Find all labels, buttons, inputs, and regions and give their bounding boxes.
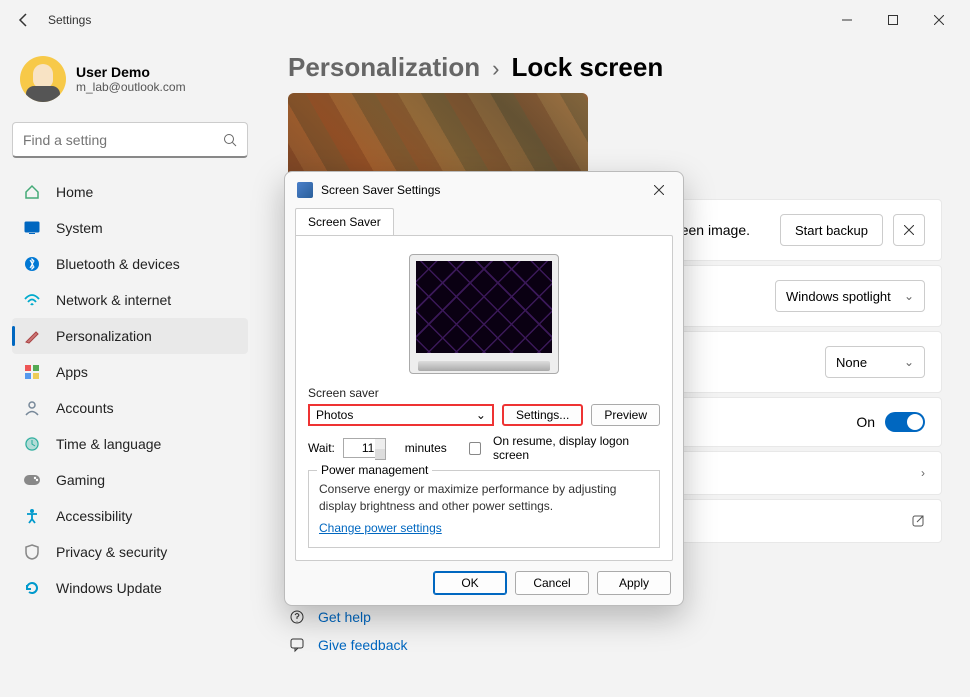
power-management-legend: Power management: [317, 463, 432, 477]
update-icon: [22, 578, 42, 598]
resume-checkbox[interactable]: [469, 442, 481, 455]
home-icon: [22, 182, 42, 202]
nav-apps[interactable]: Apps: [12, 354, 248, 390]
external-link-icon: [911, 514, 925, 528]
lock-screen-preview: [288, 93, 588, 183]
breadcrumb: Personalization › Lock screen: [288, 52, 942, 83]
user-email: m_lab@outlook.com: [76, 80, 186, 94]
apps-icon: [22, 362, 42, 382]
nav-privacy[interactable]: Privacy & security: [12, 534, 248, 570]
nav-accessibility[interactable]: Accessibility: [12, 498, 248, 534]
chevron-down-icon: ⌄: [904, 355, 914, 369]
screen-saver-group-label: Screen saver: [308, 386, 660, 400]
back-button[interactable]: [8, 4, 40, 36]
dialog-footer: OK Cancel Apply: [285, 561, 683, 605]
time-icon: [22, 434, 42, 454]
search-box[interactable]: [12, 122, 248, 158]
dialog-icon: [297, 182, 313, 198]
user-name: User Demo: [76, 64, 186, 80]
nav-update[interactable]: Windows Update: [12, 570, 248, 606]
nav-system[interactable]: System: [12, 210, 248, 246]
chevron-down-icon: ⌄: [904, 289, 914, 303]
close-button[interactable]: [916, 4, 962, 36]
dialog-title-text: Screen Saver Settings: [321, 183, 440, 197]
network-icon: [22, 290, 42, 310]
ok-button[interactable]: OK: [433, 571, 507, 595]
nav-network[interactable]: Network & internet: [12, 282, 248, 318]
accounts-icon: [22, 398, 42, 418]
breadcrumb-current: Lock screen: [511, 52, 663, 83]
feedback-icon: [288, 637, 306, 653]
minutes-label: minutes: [405, 441, 447, 455]
resume-label: On resume, display logon screen: [493, 434, 660, 462]
chevron-right-icon: ›: [492, 56, 499, 82]
bluetooth-icon: [22, 254, 42, 274]
system-icon: [22, 218, 42, 238]
power-management-desc: Conserve energy or maximize performance …: [319, 481, 649, 515]
avatar: [20, 56, 66, 102]
nav-accounts[interactable]: Accounts: [12, 390, 248, 426]
wait-spinner[interactable]: 11: [343, 438, 377, 458]
gaming-icon: [22, 470, 42, 490]
get-help-link[interactable]: Get help: [288, 603, 942, 631]
status-dropdown[interactable]: None⌄: [825, 346, 925, 378]
apply-button[interactable]: Apply: [597, 571, 671, 595]
preview-button[interactable]: Preview: [591, 404, 660, 426]
power-management-group: Power management Conserve energy or maxi…: [308, 470, 660, 548]
maximize-button[interactable]: [870, 4, 916, 36]
screen-saver-preview-monitor: [409, 254, 559, 374]
dismiss-button[interactable]: [893, 214, 925, 246]
change-power-settings-link[interactable]: Change power settings: [319, 521, 442, 535]
nav-gaming[interactable]: Gaming: [12, 462, 248, 498]
cancel-button[interactable]: Cancel: [515, 571, 589, 595]
dialog-titlebar: Screen Saver Settings: [285, 172, 683, 208]
search-input[interactable]: [23, 132, 223, 148]
personalize-dropdown[interactable]: Windows spotlight⌄: [775, 280, 925, 312]
nav-personalization[interactable]: Personalization: [12, 318, 248, 354]
screen-saver-select[interactable]: Photos ⌄: [308, 404, 494, 426]
accessibility-icon: [22, 506, 42, 526]
feedback-link[interactable]: Give feedback: [288, 631, 942, 659]
personalization-icon: [22, 326, 42, 346]
help-icon: [288, 609, 306, 625]
toggle-label: On: [856, 414, 875, 430]
dialog-close-button[interactable]: [647, 178, 671, 202]
screen-saver-dialog: Screen Saver Settings Screen Saver Scree…: [284, 171, 684, 606]
start-backup-button[interactable]: Start backup: [780, 214, 883, 246]
minimize-button[interactable]: [824, 4, 870, 36]
privacy-icon: [22, 542, 42, 562]
titlebar: Settings: [0, 0, 970, 40]
nav-list: Home System Bluetooth & devices Network …: [12, 174, 248, 689]
nav-time[interactable]: Time & language: [12, 426, 248, 462]
nav-bluetooth[interactable]: Bluetooth & devices: [12, 246, 248, 282]
settings-button[interactable]: Settings...: [502, 404, 583, 426]
window-title: Settings: [48, 13, 91, 27]
breadcrumb-parent[interactable]: Personalization: [288, 52, 480, 83]
user-profile[interactable]: User Demo m_lab@outlook.com: [12, 48, 248, 110]
footer-links: Get help Give feedback: [288, 603, 942, 659]
sidebar: User Demo m_lab@outlook.com Home System …: [0, 40, 260, 697]
chevron-down-icon: ⌄: [476, 408, 486, 422]
chevron-right-icon: ›: [921, 466, 925, 480]
nav-home[interactable]: Home: [12, 174, 248, 210]
toggle-switch[interactable]: [885, 412, 925, 432]
screen-saver-tab[interactable]: Screen Saver: [295, 208, 394, 235]
search-icon: [223, 133, 237, 147]
tab-strip: Screen Saver: [285, 208, 683, 235]
wait-label: Wait:: [308, 441, 335, 455]
